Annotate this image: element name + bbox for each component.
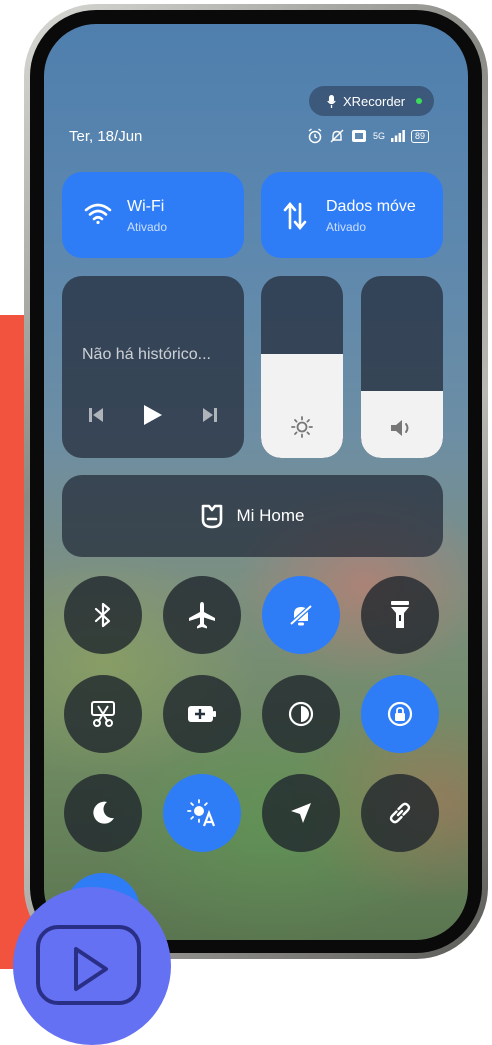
dark-mode-toggle[interactable] (262, 675, 340, 753)
link-icon (389, 802, 411, 824)
previous-icon[interactable] (88, 407, 104, 423)
brightness-level-fill (261, 354, 343, 458)
microphone-icon (327, 94, 336, 108)
link-toggle[interactable] (361, 774, 439, 852)
speaker-icon (391, 420, 409, 436)
media-player-tile[interactable]: Não há histórico... (62, 276, 244, 458)
xrecorder-pill[interactable]: XRecorder (309, 86, 434, 116)
flashlight-toggle[interactable] (361, 576, 439, 654)
location-toggle[interactable] (262, 774, 340, 852)
media-controls (88, 404, 218, 426)
battery-saver-toggle[interactable] (163, 675, 241, 753)
contrast-icon (288, 701, 314, 727)
wifi-status: Ativado (127, 220, 168, 234)
sim-card-icon (352, 130, 366, 142)
flashlight-icon (391, 601, 409, 628)
auto-brightness-icon (187, 799, 216, 827)
bluetooth-toggle[interactable] (64, 576, 142, 654)
silent-mode-toggle[interactable] (262, 576, 340, 654)
mi-home-label: Mi Home (236, 506, 305, 525)
signal-bars-icon (391, 130, 405, 142)
mobile-data-status: Ativado (326, 220, 367, 234)
wifi-icon (84, 203, 112, 224)
play-icon[interactable] (143, 404, 163, 426)
scissors-icon (91, 701, 115, 727)
moon-icon (93, 801, 114, 824)
next-icon[interactable] (202, 407, 218, 423)
wifi-tile[interactable]: Wi-Fi Ativado (62, 172, 244, 258)
mi-home-tile[interactable]: Mi Home (62, 475, 443, 557)
data-arrows-icon (283, 202, 307, 230)
alarm-icon (308, 128, 322, 144)
bluetooth-icon (94, 602, 111, 628)
wifi-title: Wi-Fi (127, 198, 165, 215)
mi-home-icon (202, 504, 223, 529)
auto-brightness-toggle[interactable] (163, 774, 241, 852)
mobile-data-title: Dados móve (326, 198, 416, 215)
rotation-lock-icon (387, 701, 413, 727)
brightness-slider[interactable] (261, 276, 343, 458)
location-arrow-icon (291, 803, 311, 823)
status-icons: 5G 89 (307, 128, 430, 144)
recording-dot (416, 98, 423, 104)
sun-icon (291, 416, 313, 438)
night-mode-toggle[interactable] (64, 774, 142, 852)
battery-indicator: 89 (411, 129, 430, 143)
play-button-icon[interactable] (36, 925, 141, 1005)
signal-type: 5G (373, 131, 386, 141)
bell-off-icon (289, 604, 313, 626)
xrecorder-label: XRecorder (343, 93, 406, 109)
mobile-data-tile[interactable]: Dados móve Ativado (261, 172, 443, 258)
screenshot-toggle[interactable] (64, 675, 142, 753)
rotation-lock-toggle[interactable] (361, 675, 439, 753)
volume-slider[interactable] (361, 276, 443, 458)
media-no-history: Não há histórico... (82, 346, 211, 363)
airplane-icon (189, 602, 215, 629)
control-center-screen: XRecorder Ter, 18/Jun 5G 89 Wi-Fi Ativad… (44, 24, 468, 940)
battery-plus-icon (188, 706, 216, 722)
date-label: Ter, 18/Jun (69, 128, 143, 145)
notifications-off-icon (330, 129, 344, 143)
airplane-mode-toggle[interactable] (163, 576, 241, 654)
